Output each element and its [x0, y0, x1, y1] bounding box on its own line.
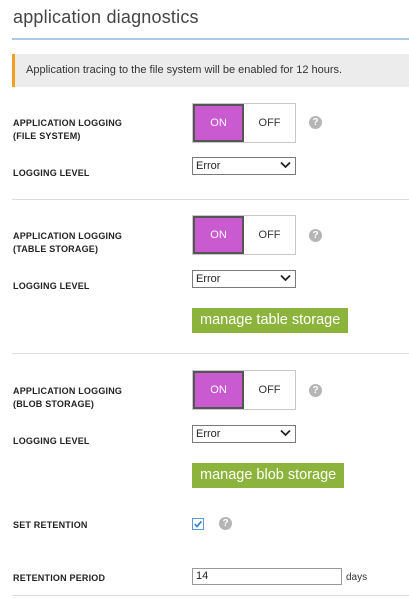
- select-value: Error: [196, 273, 221, 285]
- logging-level-label: LOGGING LEVEL: [13, 436, 90, 446]
- toggle-off-option[interactable]: OFF: [244, 104, 295, 142]
- blob-storage-logging-toggle[interactable]: ON OFF: [192, 370, 296, 410]
- info-banner: Application tracing to the file system w…: [12, 54, 409, 87]
- logging-level-label: LOGGING LEVEL: [13, 168, 90, 178]
- label-line-2: (BLOB STORAGE): [13, 399, 95, 409]
- section-divider: [12, 353, 409, 354]
- retention-period-label: RETENTION PERIOD: [13, 573, 106, 583]
- table-storage-logging-label: APPLICATION LOGGING (TABLE STORAGE): [13, 230, 122, 256]
- banner-text: Application tracing to the file system w…: [26, 64, 343, 76]
- set-retention-checkbox[interactable]: [192, 518, 204, 530]
- blob-storage-logging-label: APPLICATION LOGGING (BLOB STORAGE): [13, 385, 122, 411]
- manage-table-storage-button[interactable]: manage table storage: [192, 308, 349, 333]
- section-divider: [12, 199, 409, 200]
- manage-blob-storage-button[interactable]: manage blob storage: [192, 463, 345, 488]
- table-storage-logging-toggle[interactable]: ON OFF: [192, 215, 296, 255]
- toggle-on-option[interactable]: ON: [193, 371, 245, 409]
- retention-period-input[interactable]: 14: [192, 568, 342, 585]
- file-system-logging-label: APPLICATION LOGGING (FILE SYSTEM): [13, 117, 122, 143]
- question-mark-icon[interactable]: ?: [309, 384, 322, 397]
- file-system-logging-toggle[interactable]: ON OFF: [192, 103, 296, 143]
- question-mark-icon[interactable]: ?: [309, 229, 322, 242]
- label-line-2: (TABLE STORAGE): [13, 244, 99, 254]
- label-line-1: APPLICATION LOGGING: [13, 118, 123, 128]
- question-mark-icon[interactable]: ?: [219, 517, 232, 530]
- bottom-divider: [12, 595, 409, 596]
- set-retention-label: SET RETENTION: [13, 520, 88, 530]
- toggle-off-option[interactable]: OFF: [244, 216, 295, 254]
- page-title: application diagnostics: [13, 7, 199, 27]
- chevron-down-icon: [280, 161, 291, 169]
- label-line-1: APPLICATION LOGGING: [13, 231, 123, 241]
- file-system-logging-level-select[interactable]: Error: [192, 157, 296, 175]
- label-line-1: APPLICATION LOGGING: [13, 386, 123, 396]
- chevron-down-icon: [280, 429, 291, 437]
- blob-storage-logging-level-select[interactable]: Error: [192, 425, 296, 443]
- toggle-off-option[interactable]: OFF: [244, 371, 295, 409]
- label-line-2: (FILE SYSTEM): [13, 131, 81, 141]
- toggle-on-option[interactable]: ON: [193, 216, 245, 254]
- logging-level-label: LOGGING LEVEL: [13, 281, 90, 291]
- banner-accent-bar: [12, 54, 15, 87]
- title-divider: [12, 38, 409, 40]
- select-value: Error: [196, 428, 221, 440]
- question-mark-icon[interactable]: ?: [309, 116, 322, 129]
- retention-period-unit: days: [346, 572, 368, 583]
- checkmark-icon: [194, 520, 203, 528]
- toggle-on-option[interactable]: ON: [193, 104, 245, 142]
- select-value: Error: [196, 160, 221, 172]
- table-storage-logging-level-select[interactable]: Error: [192, 270, 296, 288]
- chevron-down-icon: [280, 274, 291, 282]
